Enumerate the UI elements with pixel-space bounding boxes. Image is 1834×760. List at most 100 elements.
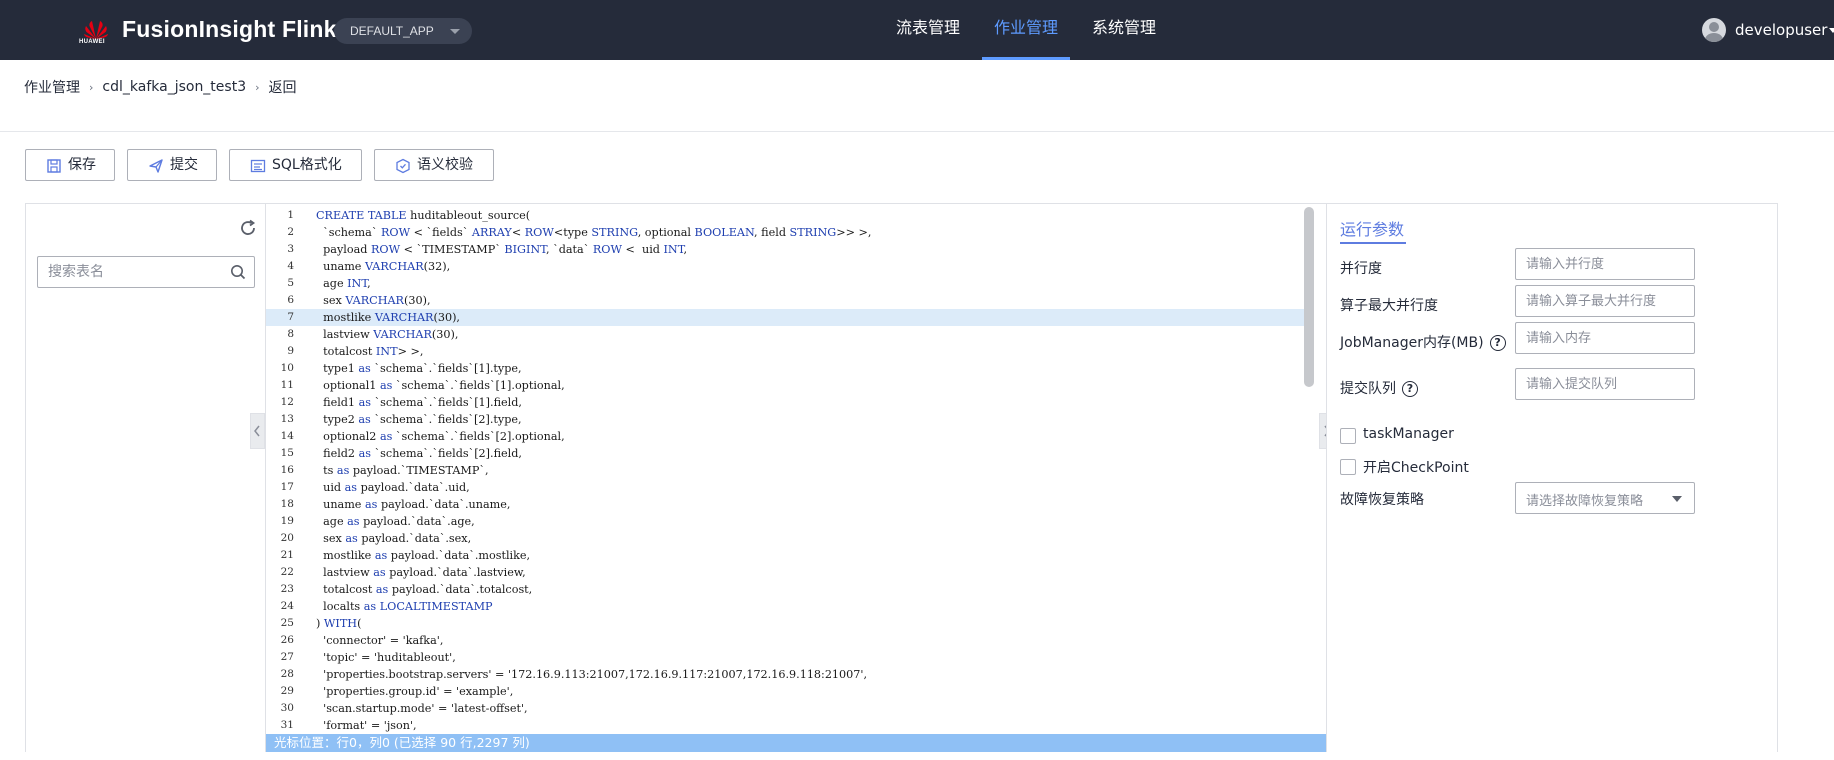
code-line: 13 type2 as `schema`.`fields`[2].type,	[266, 411, 1306, 428]
submit-button-label: 提交	[170, 157, 198, 173]
line-number: 22	[280, 566, 294, 578]
line-number: 29	[280, 685, 294, 697]
code-text: totalcost INT> >,	[316, 345, 424, 358]
code-text: ) WITH(	[316, 617, 362, 630]
code-line: 14 optional2 as `schema`.`fields`[2].opt…	[266, 428, 1306, 445]
app-selector-value: DEFAULT_APP	[350, 24, 434, 38]
code-line: 9 totalcost INT> >,	[266, 343, 1306, 360]
submit-button[interactable]: 提交	[127, 149, 217, 181]
code-line: 27 'topic' = 'huditableout',	[266, 649, 1306, 666]
chevron-right-icon: ›	[89, 80, 94, 94]
save-button[interactable]: 保存	[25, 149, 115, 181]
code-text: 'format' = 'json',	[316, 719, 417, 732]
line-number: 24	[280, 600, 294, 612]
line-number: 8	[287, 328, 294, 340]
code-line: 19 age as payload.`data`.age,	[266, 513, 1306, 530]
task-manager-checkbox[interactable]	[1340, 428, 1356, 444]
code-text: localts as LOCALTIMESTAMP	[316, 600, 493, 613]
code-line: 11 optional1 as `schema`.`fields`[1].opt…	[266, 377, 1306, 394]
sql-editor[interactable]: 1 CREATE TABLE huditableout_source(2 `sch…	[266, 204, 1326, 752]
restart-strategy-label: 故障恢复策略	[1340, 492, 1424, 508]
line-number: 2	[287, 226, 294, 238]
help-icon[interactable]: ?	[1402, 381, 1418, 397]
run-params-title[interactable]: 运行参数	[1340, 216, 1404, 240]
code-text: `schema` ROW < `fields` ARRAY< ROW<type …	[316, 226, 872, 239]
nav-item-stream-table[interactable]: 流表管理	[896, 0, 960, 60]
line-number: 23	[280, 583, 294, 595]
line-number: 15	[280, 447, 294, 459]
code-line: 7 mostlike VARCHAR(30),	[266, 309, 1306, 326]
code-line: 21 mostlike as payload.`data`.mostlike,	[266, 547, 1306, 564]
check-shield-icon	[396, 158, 410, 174]
editor-scrollbar[interactable]	[1304, 207, 1314, 387]
code-line: 20 sex as payload.`data`.sex,	[266, 530, 1306, 547]
save-button-label: 保存	[68, 157, 96, 173]
table-list-panel	[26, 204, 266, 752]
breadcrumb-back[interactable]: 返回	[269, 77, 297, 97]
code-line: 16 ts as payload.`TIMESTAMP`,	[266, 462, 1306, 479]
code-text: optional2 as `schema`.`fields`[2].option…	[316, 430, 565, 443]
code-text: totalcost as payload.`data`.totalcost,	[316, 583, 533, 596]
nav-item-label: 流表管理	[896, 18, 961, 37]
parallelism-input[interactable]	[1515, 248, 1695, 280]
code-text: sex VARCHAR(30),	[316, 294, 431, 307]
user-name: developuser	[1735, 21, 1828, 39]
code-text: sex as payload.`data`.sex,	[316, 532, 472, 545]
app-selector[interactable]: DEFAULT_APP	[334, 18, 472, 44]
code-line: 8 lastview VARCHAR(30),	[266, 326, 1306, 343]
top-nav-bar: HUAWEI FusionInsight Flink DEFAULT_APP 流…	[0, 0, 1834, 60]
run-params-panel: 运行参数 并行度 算子最大并行度 JobManager内存(MB)? 提交队列?…	[1326, 204, 1777, 752]
line-number: 11	[280, 379, 294, 391]
chevron-down-icon	[1829, 28, 1834, 33]
jobmanager-memory-input[interactable]	[1515, 322, 1695, 354]
line-number: 13	[280, 413, 294, 425]
run-params-tab-indicator	[1340, 242, 1406, 244]
code-text: uname VARCHAR(32),	[316, 260, 451, 273]
code-text: 'topic' = 'huditableout',	[316, 651, 456, 664]
code-text: mostlike VARCHAR(30),	[316, 311, 460, 324]
code-line: 5 age INT,	[266, 275, 1306, 292]
code-line: 15 field2 as `schema`.`fields`[2].field,	[266, 445, 1306, 462]
brand-title: FusionInsight Flink	[122, 16, 337, 42]
sql-format-button-label: SQL格式化	[272, 157, 342, 173]
table-search-input[interactable]	[38, 257, 218, 287]
code-text: type1 as `schema`.`fields`[1].type,	[316, 362, 522, 375]
semantic-check-button-label: 语义校验	[417, 157, 473, 173]
line-number: 4	[287, 260, 294, 272]
line-number: 25	[280, 617, 294, 629]
code-line: 10 type1 as `schema`.`fields`[1].type,	[266, 360, 1306, 377]
line-number: 17	[280, 481, 294, 493]
search-icon[interactable]	[230, 264, 246, 280]
line-number: 7	[287, 311, 294, 323]
code-line: 6 sex VARCHAR(30),	[266, 292, 1306, 309]
code-line: 29 'properties.group.id' = 'example',	[266, 683, 1306, 700]
breadcrumb-job-name: cdl_kafka_json_test3	[102, 79, 247, 95]
sql-format-button[interactable]: SQL格式化	[229, 149, 362, 181]
help-icon[interactable]: ?	[1489, 335, 1506, 351]
code-text: 'scan.startup.mode' = 'latest-offset',	[316, 702, 528, 715]
code-text: optional1 as `schema`.`fields`[1].option…	[316, 379, 565, 392]
nav-item-job-management[interactable]: 作业管理	[982, 0, 1071, 60]
submit-queue-input[interactable]	[1515, 368, 1695, 400]
code-text: type2 as `schema`.`fields`[2].type,	[316, 413, 522, 426]
line-number: 5	[287, 277, 294, 289]
nav-item-system-management[interactable]: 系统管理	[1092, 0, 1156, 60]
line-number: 28	[280, 668, 294, 680]
max-parallelism-input[interactable]	[1515, 285, 1695, 317]
refresh-icon[interactable]	[238, 218, 258, 238]
restart-strategy-select[interactable]: 请选择故障恢复策略	[1515, 482, 1695, 514]
code-text: payload ROW < `TIMESTAMP` BIGINT, `data`…	[316, 243, 688, 256]
breadcrumb-job-management[interactable]: 作业管理	[24, 77, 80, 97]
code-line: 2 `schema` ROW < `fields` ARRAY< ROW<typ…	[266, 224, 1306, 241]
code-text: 'properties.group.id' = 'example',	[316, 685, 514, 698]
line-number: 14	[280, 430, 294, 442]
max-parallelism-label: 算子最大并行度	[1340, 298, 1438, 314]
checkpoint-checkbox[interactable]	[1340, 459, 1356, 475]
breadcrumb: 作业管理 › cdl_kafka_json_test3 › 返回	[24, 77, 297, 97]
semantic-check-button[interactable]: 语义校验	[374, 149, 494, 181]
collapse-left-panel-button[interactable]	[250, 413, 265, 449]
line-number: 27	[280, 651, 294, 663]
line-number: 6	[287, 294, 294, 306]
line-number: 18	[280, 498, 294, 510]
code-line: 4 uname VARCHAR(32),	[266, 258, 1306, 275]
